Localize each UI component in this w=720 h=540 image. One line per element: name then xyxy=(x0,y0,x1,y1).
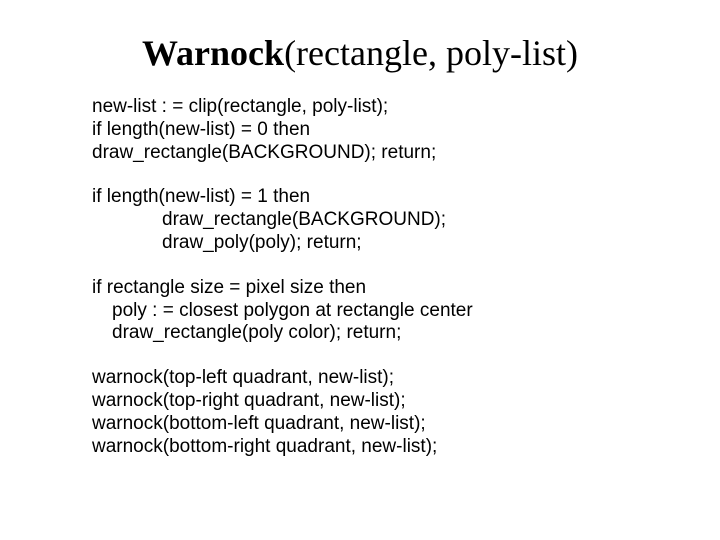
code-line: new-list : = clip(rectangle, poly-list); xyxy=(92,96,664,119)
title-bold: Warnock xyxy=(142,33,284,73)
code-line: warnock(top-right quadrant, new-list); xyxy=(92,390,664,413)
code-line: if length(new-list) = 0 then xyxy=(92,119,664,142)
code-line: draw_rectangle(BACKGROUND); xyxy=(92,209,664,232)
code-line: if length(new-list) = 1 then xyxy=(92,186,664,209)
code-line: warnock(bottom-left quadrant, new-list); xyxy=(92,413,664,436)
title-rest: (rectangle, poly-list) xyxy=(284,33,578,73)
code-line: draw_rectangle(poly color); return; xyxy=(92,322,664,345)
code-block-2: if length(new-list) = 1 then draw_rectan… xyxy=(92,186,664,254)
code-line: draw_rectangle(BACKGROUND); return; xyxy=(92,142,664,165)
code-block-3: if rectangle size = pixel size then poly… xyxy=(92,277,664,345)
code-line: warnock(bottom-right quadrant, new-list)… xyxy=(92,436,664,459)
slide-title: Warnock(rectangle, poly-list) xyxy=(56,32,664,74)
pseudocode-content: new-list : = clip(rectangle, poly-list);… xyxy=(56,96,664,458)
code-line: if rectangle size = pixel size then xyxy=(92,277,664,300)
code-line: draw_poly(poly); return; xyxy=(92,232,664,255)
code-line: poly : = closest polygon at rectangle ce… xyxy=(92,300,664,323)
code-block-1: new-list : = clip(rectangle, poly-list);… xyxy=(92,96,664,164)
code-line: warnock(top-left quadrant, new-list); xyxy=(92,367,664,390)
code-block-4: warnock(top-left quadrant, new-list); wa… xyxy=(92,367,664,458)
